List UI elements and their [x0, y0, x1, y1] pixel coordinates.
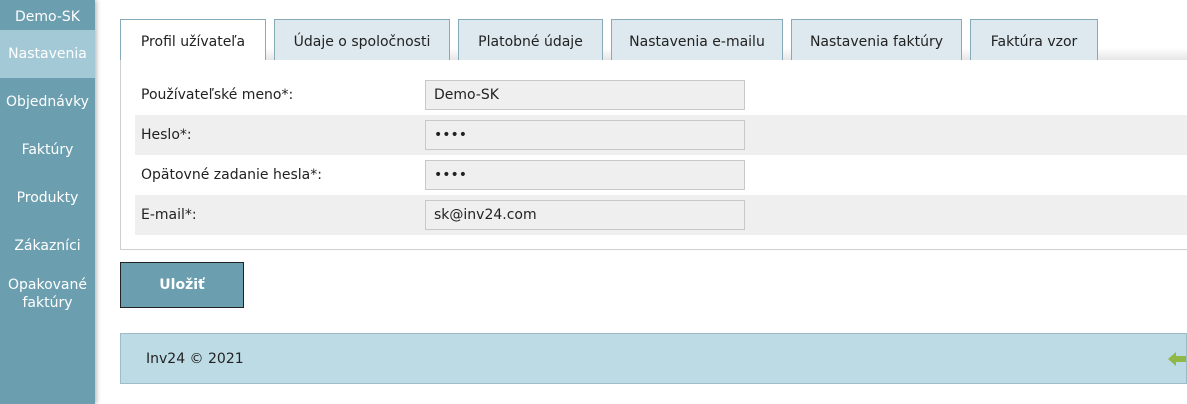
password-confirm-input[interactable]: ••••: [425, 160, 745, 190]
tab-email-settings[interactable]: Nastavenia e-mailu: [611, 19, 783, 61]
tab-invoice-template[interactable]: Faktúra vzor: [970, 19, 1098, 61]
tab-bar: Profil užívateľa Údaje o spoločnosti Pla…: [120, 19, 1187, 62]
sidebar: Demo-SK Nastavenia Objednávky Faktúry Pr…: [0, 0, 95, 404]
sidebar-item-label-line2: faktúry: [22, 295, 73, 311]
username-input[interactable]: Demo-SK: [425, 80, 745, 110]
user-profile-form: Používateľské meno*: Demo-SK Heslo*: •••…: [120, 60, 1187, 250]
sidebar-item-orders[interactable]: Objednávky: [0, 78, 95, 126]
copyright-text: Inv24 © 2021: [146, 351, 244, 367]
sidebar-item-invoices[interactable]: Faktúry: [0, 126, 95, 174]
password-label: Heslo*:: [141, 127, 192, 143]
tab-company-details[interactable]: Údaje o spoločnosti: [274, 19, 450, 61]
email-label: E-mail*:: [141, 207, 197, 223]
save-button[interactable]: Uložiť: [120, 262, 244, 308]
footer: Inv24 © 2021: [120, 333, 1187, 384]
username-label: Používateľské meno*:: [141, 87, 294, 103]
form-row-password-confirm: Opätovné zadanie hesla*: ••••: [135, 155, 1187, 195]
tab-user-profile[interactable]: Profil užívateľa: [120, 19, 266, 62]
tab-payment-details[interactable]: Platobné údaje: [458, 19, 603, 61]
form-row-username: Používateľské meno*: Demo-SK: [135, 75, 1187, 115]
sidebar-item-customers[interactable]: Zákazníci: [0, 222, 95, 270]
tab-invoice-settings[interactable]: Nastavenia faktúry: [791, 19, 962, 61]
email-input[interactable]: sk@inv24.com: [425, 200, 745, 230]
back-arrow-icon[interactable]: [1168, 351, 1186, 367]
sidebar-item-recurring-invoices[interactable]: Opakované faktúry: [0, 270, 95, 312]
form-row-email: E-mail*: sk@inv24.com: [135, 195, 1187, 235]
form-row-password: Heslo*: ••••: [135, 115, 1187, 155]
password-input[interactable]: ••••: [425, 120, 745, 150]
account-name: Demo-SK: [15, 9, 80, 25]
sidebar-item-label-line1: Opakované: [7, 277, 87, 293]
password-confirm-label: Opätovné zadanie hesla*:: [141, 167, 322, 183]
sidebar-nav: Nastavenia Objednávky Faktúry Produkty Z…: [0, 30, 95, 312]
sidebar-item-products[interactable]: Produkty: [0, 174, 95, 222]
sidebar-item-settings[interactable]: Nastavenia: [0, 30, 95, 78]
